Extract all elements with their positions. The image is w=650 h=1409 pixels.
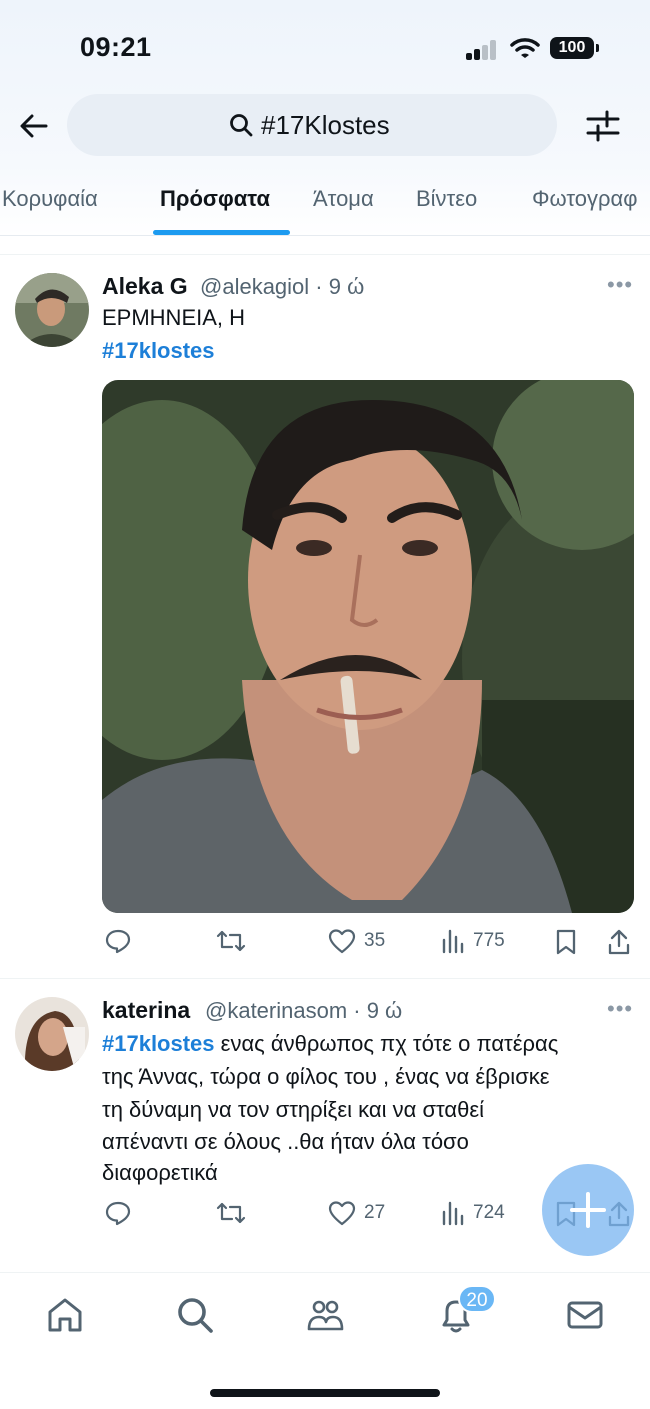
avatar[interactable] [15, 997, 89, 1071]
reply-icon [105, 929, 131, 954]
tab-photos[interactable]: Φωτογραφ [532, 186, 638, 212]
post-text-line: διαφορετικά [102, 1160, 218, 1185]
more-options-icon[interactable]: ••• [607, 996, 633, 1022]
heart-icon [328, 929, 356, 954]
search-icon[interactable] [175, 1295, 215, 1335]
reply-icon [105, 1201, 131, 1226]
plus-icon [570, 1192, 606, 1228]
communities-icon[interactable] [305, 1295, 345, 1335]
divider [0, 254, 650, 255]
back-arrow-icon[interactable] [18, 110, 50, 142]
views-count: 724 [473, 1202, 505, 1223]
retweet-button[interactable] [216, 928, 246, 954]
views-button[interactable]: 724 [441, 1200, 505, 1226]
battery-icon: 100 [550, 37, 599, 59]
tab-people[interactable]: Άτομα [313, 186, 374, 212]
tab-latest[interactable]: Πρόσφατα [160, 186, 270, 212]
retweet-icon [216, 930, 246, 952]
post-image[interactable] [102, 380, 634, 913]
author-handle-and-time: @katerinasom · 9 ώ [205, 998, 403, 1023]
filter-settings-icon[interactable] [585, 108, 621, 144]
share-icon [608, 929, 630, 955]
retweet-icon [216, 1202, 246, 1224]
search-query: #17Klostes [261, 110, 390, 140]
like-count: 27 [364, 1202, 386, 1223]
like-button[interactable]: 35 [328, 928, 385, 954]
post-text-line: απέναντι σε όλους ..θα ήταν όλα τόσο [102, 1129, 469, 1154]
bottom-navigation: 20 [0, 1272, 650, 1409]
author-handle-and-time: @alekagiol · 9 ώ [200, 274, 365, 299]
divider [0, 978, 650, 979]
like-button[interactable]: 27 [328, 1200, 385, 1226]
tab-top[interactable]: Κορυφαία [2, 186, 98, 212]
avatar[interactable] [15, 273, 89, 347]
bookmark-button[interactable] [555, 928, 577, 956]
status-bar: 09:21 100 [0, 0, 650, 96]
active-tab-indicator [153, 230, 290, 235]
cellular-signal-icon [466, 38, 498, 60]
post-text: ΕΡΜΗΝΕΙΑ, Η [102, 305, 246, 330]
post-text-line: της Άννας, τώρα ο φίλος του , ένας να έβ… [102, 1064, 550, 1089]
tab-videos[interactable]: Βίντεο [416, 186, 477, 212]
heart-icon [328, 1201, 356, 1226]
post-text-line: τη δύναμη να τον στηρίξει και να σταθεί [102, 1097, 485, 1122]
author-name[interactable]: katerina [102, 997, 190, 1024]
post-text-line: #17klostes ενας άνθρωπος πχ τότε ο πατέρ… [102, 1027, 558, 1060]
clock: 09:21 [80, 32, 152, 62]
like-count: 35 [364, 930, 386, 951]
share-button[interactable] [607, 928, 631, 956]
reply-button[interactable] [105, 1200, 131, 1226]
author-name[interactable]: Aleka G [102, 273, 188, 300]
views-icon [442, 929, 464, 954]
home-indicator-bar [210, 1389, 440, 1397]
retweet-button[interactable] [216, 1200, 246, 1226]
search-input[interactable]: #17Klostes [67, 94, 557, 156]
views-icon [442, 1201, 464, 1226]
reply-button[interactable] [105, 928, 131, 954]
hashtag-link[interactable]: #17klostes [102, 334, 215, 367]
views-count: 775 [473, 930, 505, 951]
notification-count-badge: 20 [458, 1285, 496, 1313]
post-text-segment: ενας άνθρωπος πχ τότε ο πατέρας [214, 1031, 559, 1056]
messages-envelope-icon[interactable] [565, 1295, 605, 1335]
compose-button[interactable] [542, 1164, 634, 1256]
search-tabs: Κορυφαία Πρόσφατα Άτομα Βίντεο Φωτογραφ [0, 180, 650, 236]
more-options-icon[interactable]: ••• [607, 272, 633, 298]
home-icon[interactable] [45, 1295, 85, 1335]
views-button[interactable]: 775 [441, 928, 505, 954]
bookmark-icon [556, 929, 576, 955]
hashtag-link[interactable]: #17klostes [102, 1031, 215, 1056]
wifi-icon [510, 38, 540, 58]
search-icon [230, 114, 253, 137]
